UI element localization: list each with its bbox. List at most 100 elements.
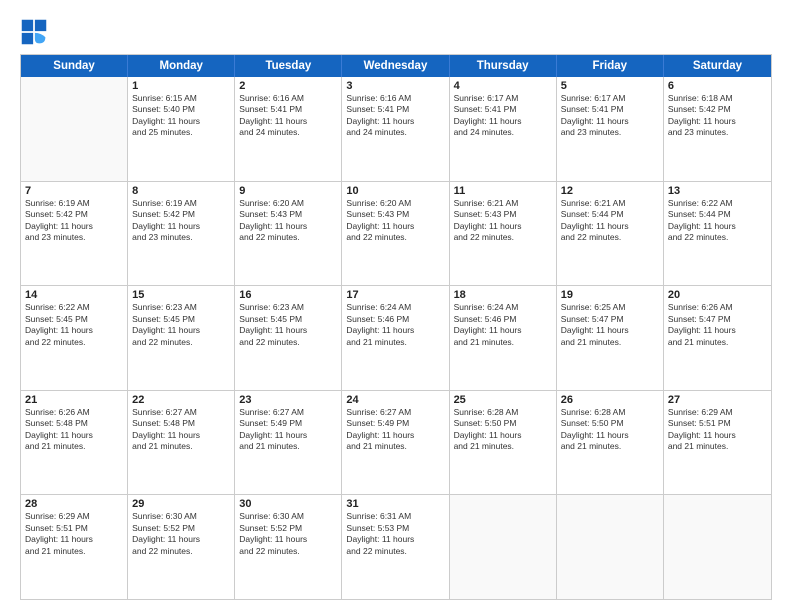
day-number: 19	[561, 289, 659, 301]
calendar-cell: 16Sunrise: 6:23 AM Sunset: 5:45 PM Dayli…	[235, 286, 342, 390]
calendar-cell: 24Sunrise: 6:27 AM Sunset: 5:49 PM Dayli…	[342, 391, 449, 495]
cell-info: Sunrise: 6:18 AM Sunset: 5:42 PM Dayligh…	[668, 93, 767, 139]
day-number: 18	[454, 289, 552, 301]
logo-icon	[20, 18, 48, 46]
day-number: 29	[132, 498, 230, 510]
day-number: 14	[25, 289, 123, 301]
day-number: 4	[454, 80, 552, 92]
day-number: 13	[668, 185, 767, 197]
calendar-cell: 11Sunrise: 6:21 AM Sunset: 5:43 PM Dayli…	[450, 182, 557, 286]
calendar-row: 7Sunrise: 6:19 AM Sunset: 5:42 PM Daylig…	[21, 182, 771, 287]
cell-info: Sunrise: 6:27 AM Sunset: 5:49 PM Dayligh…	[239, 407, 337, 453]
cell-info: Sunrise: 6:24 AM Sunset: 5:46 PM Dayligh…	[346, 302, 444, 348]
cell-info: Sunrise: 6:21 AM Sunset: 5:43 PM Dayligh…	[454, 198, 552, 244]
calendar-cell: 6Sunrise: 6:18 AM Sunset: 5:42 PM Daylig…	[664, 77, 771, 181]
day-number: 23	[239, 394, 337, 406]
day-number: 7	[25, 185, 123, 197]
cell-info: Sunrise: 6:29 AM Sunset: 5:51 PM Dayligh…	[25, 511, 123, 557]
calendar-cell: 19Sunrise: 6:25 AM Sunset: 5:47 PM Dayli…	[557, 286, 664, 390]
cell-info: Sunrise: 6:23 AM Sunset: 5:45 PM Dayligh…	[132, 302, 230, 348]
weekday-header: Saturday	[664, 55, 771, 77]
calendar-cell: 18Sunrise: 6:24 AM Sunset: 5:46 PM Dayli…	[450, 286, 557, 390]
calendar-cell: 10Sunrise: 6:20 AM Sunset: 5:43 PM Dayli…	[342, 182, 449, 286]
day-number: 25	[454, 394, 552, 406]
cell-info: Sunrise: 6:22 AM Sunset: 5:45 PM Dayligh…	[25, 302, 123, 348]
cell-info: Sunrise: 6:27 AM Sunset: 5:48 PM Dayligh…	[132, 407, 230, 453]
day-number: 10	[346, 185, 444, 197]
calendar-cell	[557, 495, 664, 599]
day-number: 6	[668, 80, 767, 92]
cell-info: Sunrise: 6:16 AM Sunset: 5:41 PM Dayligh…	[346, 93, 444, 139]
calendar-cell: 9Sunrise: 6:20 AM Sunset: 5:43 PM Daylig…	[235, 182, 342, 286]
calendar-cell: 14Sunrise: 6:22 AM Sunset: 5:45 PM Dayli…	[21, 286, 128, 390]
day-number: 16	[239, 289, 337, 301]
day-number: 21	[25, 394, 123, 406]
day-number: 30	[239, 498, 337, 510]
cell-info: Sunrise: 6:20 AM Sunset: 5:43 PM Dayligh…	[346, 198, 444, 244]
calendar-cell: 28Sunrise: 6:29 AM Sunset: 5:51 PM Dayli…	[21, 495, 128, 599]
calendar-body: 1Sunrise: 6:15 AM Sunset: 5:40 PM Daylig…	[21, 77, 771, 599]
calendar-cell: 20Sunrise: 6:26 AM Sunset: 5:47 PM Dayli…	[664, 286, 771, 390]
cell-info: Sunrise: 6:24 AM Sunset: 5:46 PM Dayligh…	[454, 302, 552, 348]
calendar-cell: 29Sunrise: 6:30 AM Sunset: 5:52 PM Dayli…	[128, 495, 235, 599]
weekday-header: Monday	[128, 55, 235, 77]
cell-info: Sunrise: 6:30 AM Sunset: 5:52 PM Dayligh…	[132, 511, 230, 557]
day-number: 2	[239, 80, 337, 92]
day-number: 27	[668, 394, 767, 406]
cell-info: Sunrise: 6:23 AM Sunset: 5:45 PM Dayligh…	[239, 302, 337, 348]
calendar-row: 1Sunrise: 6:15 AM Sunset: 5:40 PM Daylig…	[21, 77, 771, 182]
cell-info: Sunrise: 6:17 AM Sunset: 5:41 PM Dayligh…	[561, 93, 659, 139]
cell-info: Sunrise: 6:20 AM Sunset: 5:43 PM Dayligh…	[239, 198, 337, 244]
calendar-cell: 8Sunrise: 6:19 AM Sunset: 5:42 PM Daylig…	[128, 182, 235, 286]
calendar-cell: 15Sunrise: 6:23 AM Sunset: 5:45 PM Dayli…	[128, 286, 235, 390]
calendar-cell: 17Sunrise: 6:24 AM Sunset: 5:46 PM Dayli…	[342, 286, 449, 390]
calendar-cell	[450, 495, 557, 599]
day-number: 22	[132, 394, 230, 406]
cell-info: Sunrise: 6:31 AM Sunset: 5:53 PM Dayligh…	[346, 511, 444, 557]
calendar-cell: 3Sunrise: 6:16 AM Sunset: 5:41 PM Daylig…	[342, 77, 449, 181]
day-number: 26	[561, 394, 659, 406]
calendar-header: SundayMondayTuesdayWednesdayThursdayFrid…	[21, 55, 771, 77]
calendar-row: 14Sunrise: 6:22 AM Sunset: 5:45 PM Dayli…	[21, 286, 771, 391]
calendar-cell: 27Sunrise: 6:29 AM Sunset: 5:51 PM Dayli…	[664, 391, 771, 495]
cell-info: Sunrise: 6:19 AM Sunset: 5:42 PM Dayligh…	[25, 198, 123, 244]
weekday-header: Wednesday	[342, 55, 449, 77]
weekday-header: Friday	[557, 55, 664, 77]
day-number: 8	[132, 185, 230, 197]
cell-info: Sunrise: 6:30 AM Sunset: 5:52 PM Dayligh…	[239, 511, 337, 557]
cell-info: Sunrise: 6:29 AM Sunset: 5:51 PM Dayligh…	[668, 407, 767, 453]
cell-info: Sunrise: 6:19 AM Sunset: 5:42 PM Dayligh…	[132, 198, 230, 244]
calendar-cell: 30Sunrise: 6:30 AM Sunset: 5:52 PM Dayli…	[235, 495, 342, 599]
day-number: 17	[346, 289, 444, 301]
calendar-cell: 22Sunrise: 6:27 AM Sunset: 5:48 PM Dayli…	[128, 391, 235, 495]
cell-info: Sunrise: 6:17 AM Sunset: 5:41 PM Dayligh…	[454, 93, 552, 139]
calendar-row: 21Sunrise: 6:26 AM Sunset: 5:48 PM Dayli…	[21, 391, 771, 496]
calendar-cell: 31Sunrise: 6:31 AM Sunset: 5:53 PM Dayli…	[342, 495, 449, 599]
cell-info: Sunrise: 6:21 AM Sunset: 5:44 PM Dayligh…	[561, 198, 659, 244]
cell-info: Sunrise: 6:26 AM Sunset: 5:48 PM Dayligh…	[25, 407, 123, 453]
day-number: 11	[454, 185, 552, 197]
day-number: 24	[346, 394, 444, 406]
calendar-cell: 26Sunrise: 6:28 AM Sunset: 5:50 PM Dayli…	[557, 391, 664, 495]
logo	[20, 18, 52, 46]
cell-info: Sunrise: 6:26 AM Sunset: 5:47 PM Dayligh…	[668, 302, 767, 348]
calendar-cell: 13Sunrise: 6:22 AM Sunset: 5:44 PM Dayli…	[664, 182, 771, 286]
calendar-cell: 2Sunrise: 6:16 AM Sunset: 5:41 PM Daylig…	[235, 77, 342, 181]
day-number: 15	[132, 289, 230, 301]
day-number: 3	[346, 80, 444, 92]
calendar-cell: 25Sunrise: 6:28 AM Sunset: 5:50 PM Dayli…	[450, 391, 557, 495]
page-header	[20, 18, 772, 46]
day-number: 9	[239, 185, 337, 197]
cell-info: Sunrise: 6:25 AM Sunset: 5:47 PM Dayligh…	[561, 302, 659, 348]
calendar-cell	[664, 495, 771, 599]
calendar-cell: 12Sunrise: 6:21 AM Sunset: 5:44 PM Dayli…	[557, 182, 664, 286]
day-number: 28	[25, 498, 123, 510]
day-number: 31	[346, 498, 444, 510]
cell-info: Sunrise: 6:16 AM Sunset: 5:41 PM Dayligh…	[239, 93, 337, 139]
cell-info: Sunrise: 6:28 AM Sunset: 5:50 PM Dayligh…	[561, 407, 659, 453]
calendar: SundayMondayTuesdayWednesdayThursdayFrid…	[20, 54, 772, 600]
cell-info: Sunrise: 6:27 AM Sunset: 5:49 PM Dayligh…	[346, 407, 444, 453]
calendar-cell	[21, 77, 128, 181]
calendar-cell: 23Sunrise: 6:27 AM Sunset: 5:49 PM Dayli…	[235, 391, 342, 495]
calendar-row: 28Sunrise: 6:29 AM Sunset: 5:51 PM Dayli…	[21, 495, 771, 599]
